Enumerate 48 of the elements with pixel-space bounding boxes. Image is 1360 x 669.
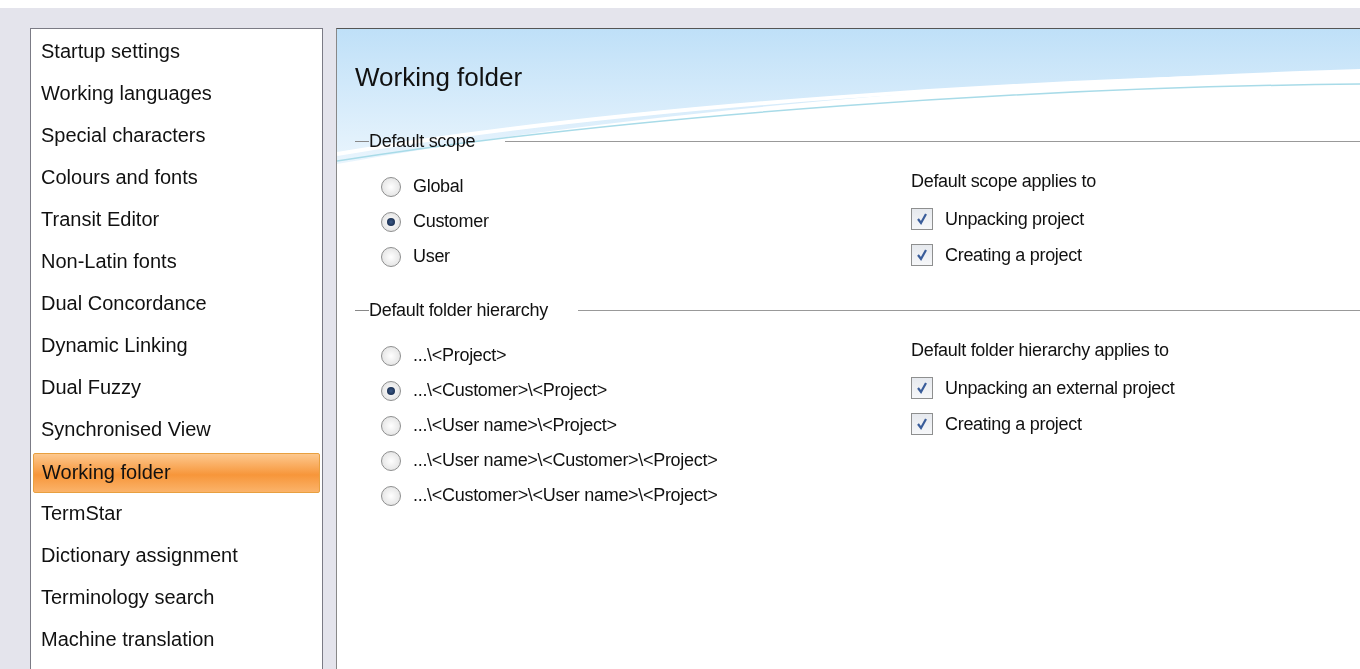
checkbox[interactable] [911,244,933,266]
radio-label: ...\<Project> [413,345,507,366]
checkbox-label: Creating a project [945,244,1082,266]
settings-list-item[interactable]: Machine translation [33,621,320,663]
radio-button[interactable] [381,176,401,197]
settings-list-item[interactable]: Dictionary assignment [33,537,320,579]
radio-label: Customer [413,211,489,232]
radio-button[interactable] [381,485,401,506]
applies-label: Default scope applies to [911,170,1096,193]
radio-label: ...\<Customer>\<User name>\<Project> [413,485,718,506]
radio-label: Global [413,176,464,197]
settings-list-item[interactable]: Transit Editor [33,201,320,243]
settings-list-item[interactable]: Non-Latin fonts [33,243,320,285]
group-title: Default folder hierarchy [369,299,549,321]
checkmark-icon [915,417,929,431]
radio-label: ...\<User name>\<Project> [413,415,617,436]
group-title: Default scope [369,130,477,152]
checkbox-label: Unpacking an external project [945,377,1175,399]
checkmark-icon [915,381,929,395]
checkbox[interactable] [911,208,933,230]
radio-button[interactable] [381,415,401,436]
checkbox-label: Unpacking project [945,208,1084,230]
radio-label: ...\<Customer>\<Project> [413,380,607,401]
radio-button[interactable] [381,246,401,267]
checkbox[interactable] [911,377,933,399]
radio-button[interactable] [381,380,401,401]
settings-list-item[interactable]: Synchronised View [33,411,320,453]
radio-label: User [413,246,450,267]
settings-list-item[interactable]: Terminology search [33,579,320,621]
settings-list-item[interactable]: Dual Concordance [33,285,320,327]
radio-button[interactable] [381,211,401,232]
checkmark-icon [915,248,929,262]
radio-button[interactable] [381,450,401,471]
settings-list-item[interactable]: Dynamic Linking [33,327,320,369]
settings-list-item[interactable]: Dual Fuzzy [33,369,320,411]
checkbox-label: Creating a project [945,413,1082,435]
page-title: Working folder [355,61,523,93]
radio-label: ...\<User name>\<Customer>\<Project> [413,450,718,471]
checkbox[interactable] [911,413,933,435]
settings-list-item[interactable]: TermStar [33,495,320,537]
applies-label: Default folder hierarchy applies to [911,339,1170,362]
settings-list-item[interactable]: Colours and fonts [33,159,320,201]
checkmark-icon [915,212,929,226]
settings-list-item[interactable]: Working folder [33,453,320,493]
settings-list-item[interactable]: Special characters [33,117,320,159]
radio-button[interactable] [381,345,401,366]
settings-list-item[interactable]: Startup settings [33,33,320,75]
settings-list-item[interactable]: Working languages [33,75,320,117]
